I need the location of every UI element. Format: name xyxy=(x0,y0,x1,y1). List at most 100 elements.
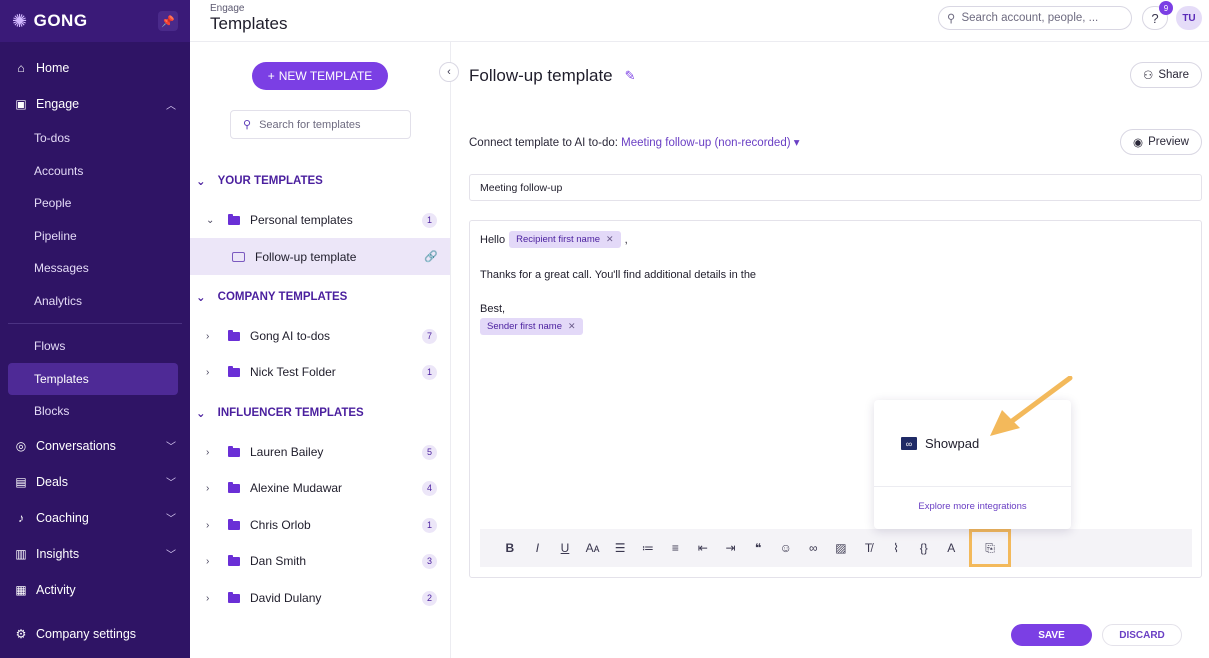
folder-icon xyxy=(228,213,240,225)
template-item-selected[interactable]: Follow-up template 🔗 xyxy=(190,238,450,275)
attachment-icon[interactable]: ⌇ xyxy=(882,541,910,555)
chevron-down-icon: ﹀ xyxy=(166,442,176,453)
template-search-placeholder: Search for templates xyxy=(259,118,361,131)
code-icon[interactable]: {} xyxy=(910,541,938,555)
underline-icon[interactable]: U xyxy=(551,541,579,555)
avatar[interactable]: TU xyxy=(1176,6,1202,30)
share-button[interactable]: ⚇ Share xyxy=(1130,62,1202,88)
align-icon[interactable]: ≡ xyxy=(662,541,690,555)
count-badge: 7 xyxy=(422,328,437,344)
recipient-variable-chip[interactable]: Recipient first name ✕ xyxy=(509,231,621,248)
save-button[interactable]: SAVE xyxy=(1011,624,1092,646)
chevron-right-icon: › xyxy=(206,482,210,494)
italic-icon[interactable]: I xyxy=(524,541,552,555)
sidebar-item-people[interactable]: People xyxy=(0,187,190,220)
nav-home[interactable]: ⌂ Home xyxy=(0,50,190,86)
nav-activity-label: Activity xyxy=(36,582,76,597)
nav-conversations[interactable]: ◎ Conversations ﹀ xyxy=(0,428,190,464)
pin-icon[interactable]: 📌 xyxy=(158,11,178,31)
new-template-button[interactable]: + NEW TEMPLATE xyxy=(252,62,388,90)
count-badge: 3 xyxy=(422,553,437,569)
sidebar-item-templates[interactable]: Templates xyxy=(8,362,178,395)
indent-icon[interactable]: ⇥ xyxy=(717,541,745,555)
nav-insights[interactable]: ▥ Insights ﹀ xyxy=(0,536,190,572)
nav-activity[interactable]: ▦ Activity xyxy=(0,572,190,608)
section-influencer-templates[interactable]: ⌄ INFLUENCER TEMPLATES xyxy=(196,406,364,420)
sidebar-item-messages[interactable]: Messages xyxy=(0,252,190,285)
link-icon[interactable]: ∞ xyxy=(800,541,828,555)
text-color-icon[interactable]: A xyxy=(938,541,966,555)
emoji-icon[interactable]: ☺ xyxy=(772,541,800,555)
font-size-icon[interactable]: Aᴀ xyxy=(579,541,607,555)
sidebar-item-flows[interactable]: Flows xyxy=(0,330,190,363)
integrations-icon[interactable]: ⎘ xyxy=(969,529,1012,567)
template-title: Follow-up template xyxy=(469,66,613,85)
count-badge: 1 xyxy=(422,212,437,228)
gong-star-icon: ✺ xyxy=(12,10,28,31)
nav-company-settings[interactable]: ⚙ Company settings xyxy=(0,616,190,652)
nav-engage[interactable]: ▣ Engage ︿ xyxy=(0,86,190,122)
close-icon[interactable]: ✕ xyxy=(606,234,614,245)
bullet-list-icon[interactable]: ☰ xyxy=(606,541,634,555)
sender-variable-chip[interactable]: Sender first name ✕ xyxy=(480,318,583,335)
section-your-templates[interactable]: ⌄ YOUR TEMPLATES xyxy=(196,174,323,188)
folder-alexine-mudawar[interactable]: › Alexine Mudawar 4 xyxy=(190,470,450,506)
page-title: Templates xyxy=(210,14,288,33)
section-company-templates[interactable]: ⌄ COMPANY TEMPLATES xyxy=(196,290,347,304)
settings-area: ⚙ Company settings xyxy=(0,616,190,652)
numbered-list-icon[interactable]: ≔ xyxy=(634,541,662,555)
discard-button[interactable]: DISCARD xyxy=(1102,624,1182,646)
template-editor: Follow-up template ✎ ⚇ Share Connect tem… xyxy=(451,42,1209,658)
folder-icon xyxy=(228,591,240,603)
chevron-down-icon: ﹀ xyxy=(166,514,176,525)
greeting-line: Hello Recipient first name ✕ , xyxy=(480,231,628,248)
pencil-icon[interactable]: ✎ xyxy=(625,68,636,84)
sidebar-item-todos[interactable]: To-dos xyxy=(0,122,190,155)
gong-logo[interactable]: ✺ GONG xyxy=(12,11,88,32)
sidebar-item-pipeline[interactable]: Pipeline xyxy=(0,220,190,253)
folder-icon xyxy=(228,445,240,457)
explore-integrations-link[interactable]: Explore more integrations xyxy=(874,501,1071,512)
templates-list-panel: + NEW TEMPLATE ‹ ⚲ Search for templates … xyxy=(190,42,459,658)
eye-icon: ◉ xyxy=(1133,137,1144,149)
folder-nick-test[interactable]: › Nick Test Folder 1 xyxy=(190,354,450,390)
count-badge: 4 xyxy=(422,480,437,496)
integration-showpad[interactable]: ∞ Showpad xyxy=(901,436,979,451)
folder-gong-ai-todos[interactable]: › Gong AI to-dos 7 xyxy=(190,318,450,354)
annotation-arrow-icon xyxy=(990,376,1073,436)
bold-icon[interactable]: B xyxy=(496,541,524,555)
share-label: Share xyxy=(1158,69,1189,81)
link-icon[interactable]: 🔗 xyxy=(424,250,438,263)
connect-ai-todo: Connect template to AI to-do: Meeting fo… xyxy=(469,135,800,149)
quote-icon[interactable]: ❝ xyxy=(744,541,772,555)
folder-name: Personal templates xyxy=(250,213,353,227)
nav-deals[interactable]: ▤ Deals ﹀ xyxy=(0,464,190,500)
nav-coaching[interactable]: ♪ Coaching ﹀ xyxy=(0,500,190,536)
outdent-icon[interactable]: ⇤ xyxy=(689,541,717,555)
clear-format-icon[interactable]: T̸ xyxy=(855,541,883,555)
template-search-input[interactable]: ⚲ Search for templates xyxy=(230,110,411,139)
chevron-right-icon: › xyxy=(206,366,210,378)
sidebar-item-analytics[interactable]: Analytics xyxy=(0,285,190,318)
email-body-editor[interactable]: Hello Recipient first name ✕ , Thanks fo… xyxy=(469,220,1202,578)
image-icon[interactable]: ▨ xyxy=(827,541,855,555)
sidebar-item-accounts[interactable]: Accounts xyxy=(0,155,190,188)
sidebar-item-blocks[interactable]: Blocks xyxy=(0,395,190,428)
preview-button[interactable]: ◉ Preview xyxy=(1120,129,1202,155)
chip-label: Recipient first name xyxy=(516,234,601,245)
global-search-input[interactable]: ⚲ Search account, people, ... xyxy=(938,6,1132,30)
section-company-label: COMPANY TEMPLATES xyxy=(217,291,348,303)
new-template-label: NEW TEMPLATE xyxy=(278,69,373,83)
share-user-icon: ⚇ xyxy=(1143,70,1154,82)
subject-field[interactable]: Meeting follow-up xyxy=(469,174,1202,201)
ai-todo-dropdown[interactable]: Meeting follow-up (non-recorded) ▾ xyxy=(621,137,799,149)
close-icon[interactable]: ✕ xyxy=(568,321,576,332)
folder-lauren-bailey[interactable]: › Lauren Bailey 5 xyxy=(190,434,450,470)
folder-david-dulany[interactable]: › David Dulany 2 xyxy=(190,580,450,616)
folder-chris-orlob[interactable]: › Chris Orlob 1 xyxy=(190,507,450,543)
notification-badge[interactable]: 9 xyxy=(1159,1,1173,15)
breadcrumb[interactable]: Engage xyxy=(210,3,244,14)
folder-personal-templates[interactable]: ⌄ Personal templates 1 xyxy=(190,202,450,238)
chip-label: Sender first name xyxy=(487,321,562,332)
folder-dan-smith[interactable]: › Dan Smith 3 xyxy=(190,543,450,579)
